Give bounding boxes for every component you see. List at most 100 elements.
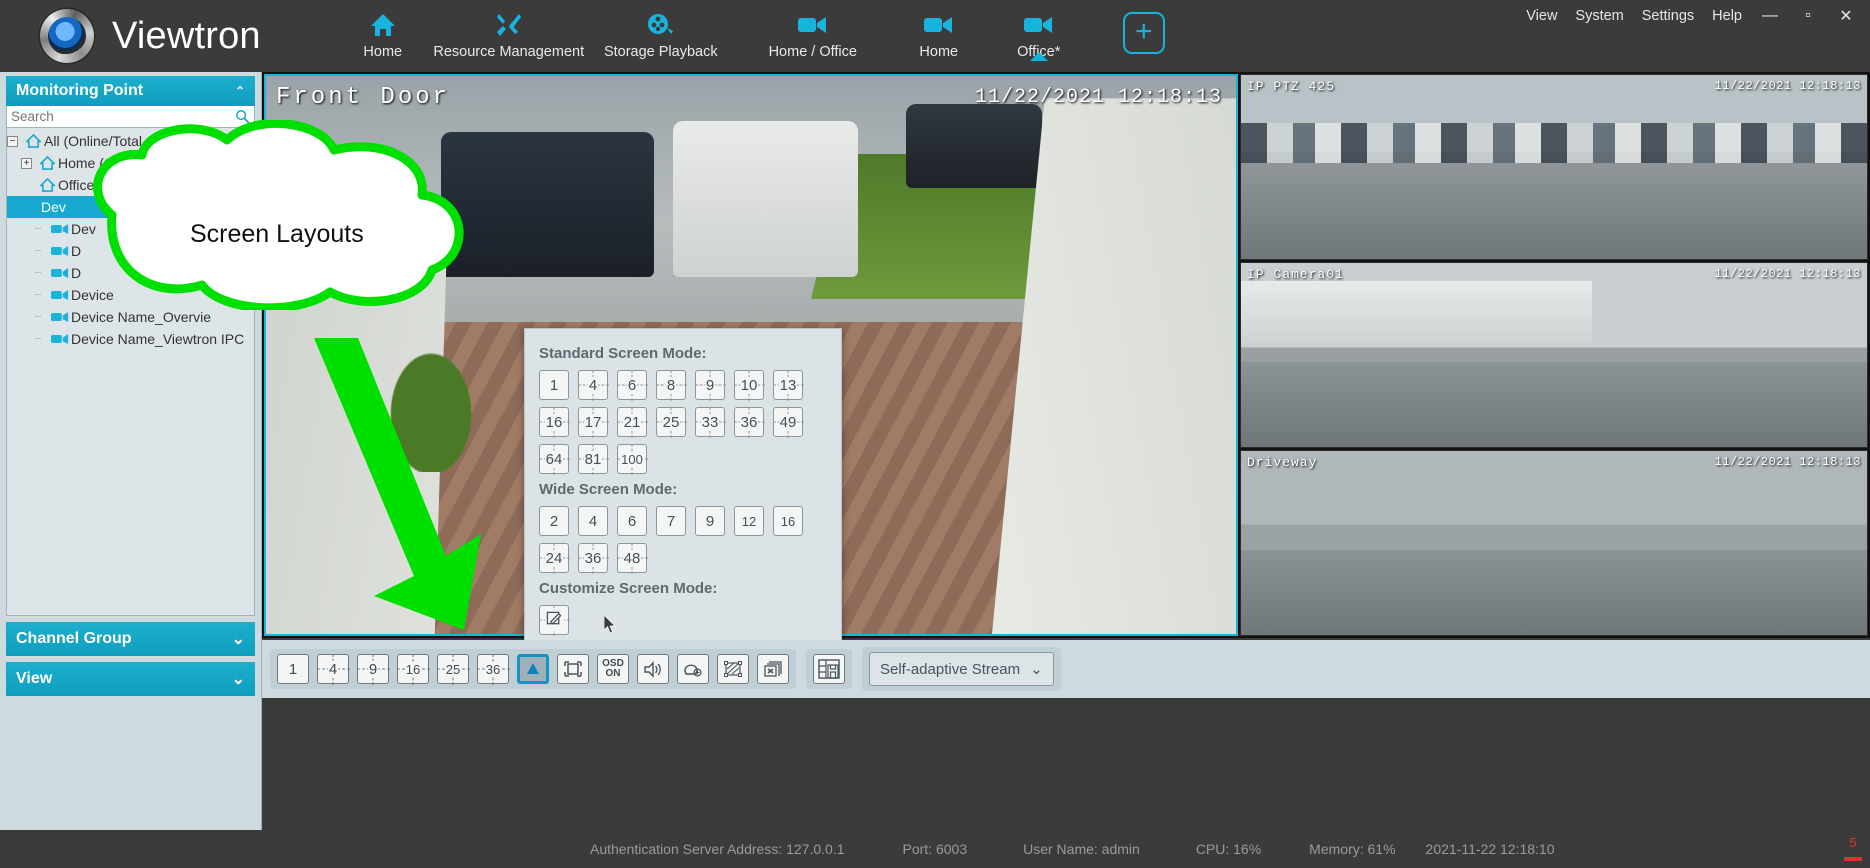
video-pane-3[interactable]: IP Camera01 11/22/2021 12:18:13	[1240, 262, 1868, 448]
talkback-icon[interactable]	[677, 654, 709, 684]
menu-help[interactable]: Help	[1712, 8, 1742, 24]
camera-icon	[49, 333, 71, 345]
stream-select[interactable]: Self-adaptive Stream ⌄	[869, 652, 1054, 686]
top-navigation: Home Resource Management St	[333, 0, 1165, 72]
layout-button-4[interactable]: 4	[317, 654, 349, 684]
wide-mode-button-2[interactable]: 2	[539, 506, 569, 536]
close-window-icon[interactable]	[757, 654, 789, 684]
mode-button-33[interactable]: 33	[695, 407, 725, 437]
wide-mode-button-36[interactable]: 36	[578, 543, 608, 573]
channel-group-header[interactable]: Channel Group ⌄	[6, 622, 255, 656]
timestamp-overlay: 11/22/2021 12:18:13	[975, 86, 1222, 109]
mode-button-25[interactable]: 25	[656, 407, 686, 437]
mode-label: 64	[545, 451, 564, 468]
maximize-button[interactable]: ▫	[1798, 7, 1818, 25]
standard-mode-row-3: 64 81 100	[539, 444, 827, 474]
chevron-down-icon: ⌄	[232, 669, 245, 689]
mode-button-6[interactable]: 6	[617, 370, 647, 400]
camera-icon	[49, 245, 71, 257]
wide-mode-button-12[interactable]: 12	[734, 506, 764, 536]
minimize-button[interactable]: —	[1760, 7, 1780, 25]
tree-node-device-viewtron-ipc[interactable]: ┈ Device Name_Viewtron IPC	[7, 328, 254, 350]
menu-system[interactable]: System	[1575, 8, 1623, 24]
panel-title: Channel Group	[16, 630, 132, 648]
tree-toggle[interactable]: −	[7, 136, 18, 147]
nav-item-home[interactable]: Home	[333, 0, 433, 60]
wide-mode-row-1: 2 4 6 7 9 12 16	[539, 506, 827, 536]
mode-button-4[interactable]: 4	[578, 370, 608, 400]
mode-button-8[interactable]: 8	[656, 370, 686, 400]
nav-item-storage-playback[interactable]: Storage Playback	[585, 0, 737, 60]
wide-mode-button-48[interactable]: 48	[617, 543, 647, 573]
camera-name-overlay: Driveway	[1247, 455, 1317, 470]
nav-item-resource-management[interactable]: Resource Management	[433, 0, 585, 60]
mode-button-21[interactable]: 21	[617, 407, 647, 437]
mode-label: 48	[623, 550, 642, 567]
mode-button-13[interactable]: 13	[773, 370, 803, 400]
standard-screen-mode-title: Standard Screen Mode:	[539, 345, 827, 362]
scene-building	[1241, 281, 1592, 344]
mode-button-64[interactable]: 64	[539, 444, 569, 474]
camera-name-overlay: IP Camera01	[1247, 267, 1344, 282]
tree-toggle[interactable]: +	[21, 158, 32, 169]
mode-button-9[interactable]: 9	[695, 370, 725, 400]
layout-label: 1	[288, 661, 298, 678]
annotation-callout: Screen Layouts	[72, 120, 502, 310]
mode-button-36[interactable]: 36	[734, 407, 764, 437]
mouse-cursor	[604, 615, 616, 633]
mode-button-16[interactable]: 16	[539, 407, 569, 437]
layout-button-25[interactable]: 25	[437, 654, 469, 684]
menu-settings[interactable]: Settings	[1642, 8, 1694, 24]
osd-icon[interactable]: OSDON	[597, 654, 629, 684]
layout-button-9[interactable]: 9	[357, 654, 389, 684]
layout-button-16[interactable]: 16	[397, 654, 429, 684]
wide-mode-button-9[interactable]: 9	[695, 506, 725, 536]
app-logo: Viewtron	[0, 0, 261, 72]
port-status: Port: 6003	[903, 841, 968, 857]
fullscreen-icon[interactable]	[557, 654, 589, 684]
wide-mode-button-4[interactable]: 4	[578, 506, 608, 536]
camera-name-overlay: IP PTZ 425	[1247, 79, 1335, 94]
mode-button-49[interactable]: 49	[773, 407, 803, 437]
mode-label: 24	[545, 550, 564, 567]
layout-button-1[interactable]: 1	[277, 654, 309, 684]
customize-layout-button[interactable]	[539, 605, 569, 635]
speaker-icon[interactable]	[637, 654, 669, 684]
mode-label: 10	[740, 377, 759, 394]
video-pane-4[interactable]: Driveway 11/22/2021 12:18:13	[1240, 450, 1868, 636]
mode-button-17[interactable]: 17	[578, 407, 608, 437]
timestamp-overlay: 11/22/2021 12:18:13	[1715, 267, 1861, 281]
wide-mode-button-24[interactable]: 24	[539, 543, 569, 573]
wide-mode-button-16[interactable]: 16	[773, 506, 803, 536]
mode-button-1[interactable]: 1	[539, 370, 569, 400]
menu-view[interactable]: View	[1526, 8, 1557, 24]
layout-button-36[interactable]: 36	[477, 654, 509, 684]
datetime-status: 2021-11-22 12:18:10	[1426, 841, 1555, 857]
mode-button-100[interactable]: 100	[617, 444, 647, 474]
mode-label: 36	[584, 550, 603, 567]
save-layout-icon[interactable]	[813, 654, 845, 684]
mode-label: 36	[740, 414, 759, 431]
hatched-area-icon[interactable]	[717, 654, 749, 684]
camera-icon	[49, 311, 71, 323]
ptz-icon[interactable]	[517, 654, 549, 684]
video-pane-2[interactable]: IP PTZ 425 11/22/2021 12:18:13	[1240, 74, 1868, 260]
tree-guide: ┈	[35, 290, 49, 301]
close-button[interactable]: ✕	[1836, 6, 1856, 26]
nav-item-home-2[interactable]: Home	[889, 0, 989, 60]
camera-icon	[49, 223, 71, 235]
monitoring-point-header[interactable]: Monitoring Point ⌃	[6, 76, 255, 106]
wide-mode-button-6[interactable]: 6	[617, 506, 647, 536]
mode-button-10[interactable]: 10	[734, 370, 764, 400]
nav-item-office[interactable]: Office*	[989, 0, 1089, 60]
mode-label: 9	[705, 513, 715, 530]
nav-label: Home / Office	[769, 44, 857, 60]
add-tab-button[interactable]: +	[1123, 12, 1165, 54]
view-header[interactable]: View ⌄	[6, 662, 255, 696]
wide-mode-button-7[interactable]: 7	[656, 506, 686, 536]
mode-button-81[interactable]: 81	[578, 444, 608, 474]
alarm-count-badge[interactable]: 5	[1844, 835, 1862, 861]
nav-item-home-office[interactable]: Home / Office	[737, 0, 889, 60]
panel-title: View	[16, 670, 52, 688]
screen-mode-popup[interactable]: Standard Screen Mode: 1 4 6 8 9 10 13 16…	[524, 328, 842, 642]
